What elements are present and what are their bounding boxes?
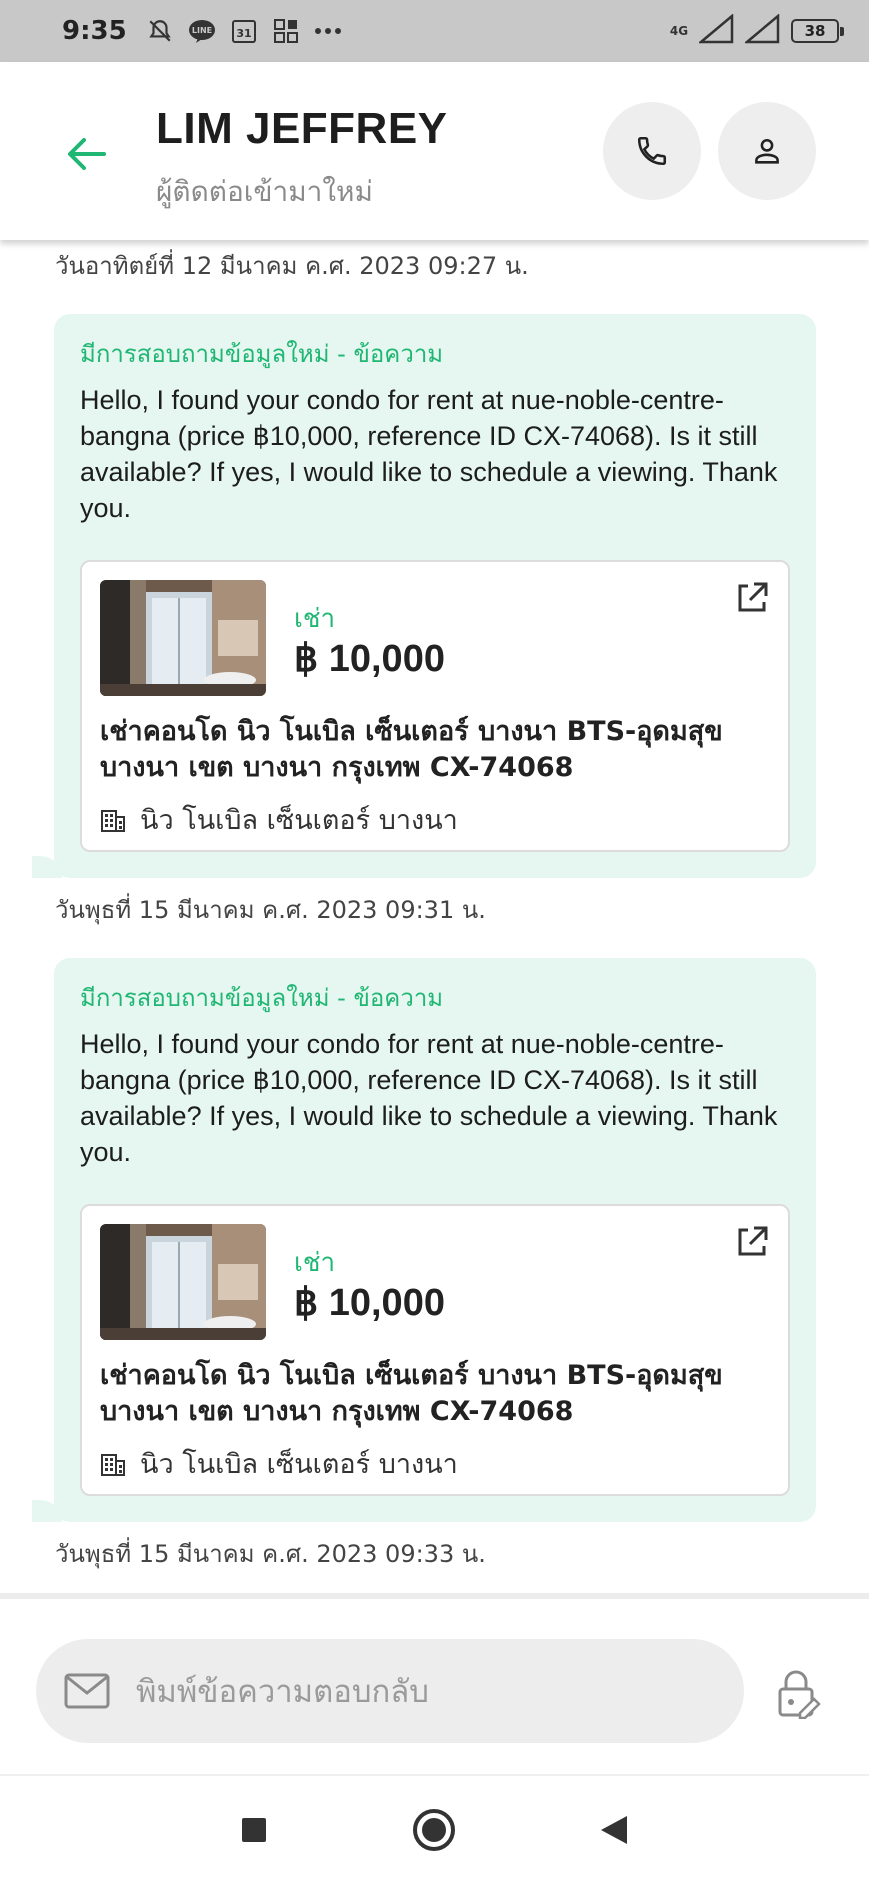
chat-thread[interactable]: วันอาทิตย์ที่ 12 มีนาคม ค.ศ. 2023 09:27 … <box>0 240 869 1593</box>
lock-edit-icon <box>778 1670 821 1720</box>
back-button[interactable] <box>62 130 110 178</box>
person-icon <box>755 138 779 164</box>
listing-title: เช่าคอนโด นิว โนเบิล เซ็นเตอร์ บางนา BTS… <box>100 1360 723 1427</box>
external-link-icon[interactable] <box>732 1222 772 1262</box>
message-heading: มีการสอบถามข้อมูลใหม่ - ข้อความ <box>80 340 444 368</box>
triangle-back-icon <box>601 1816 627 1844</box>
message-bubble: มีการสอบถามข้อมูลใหม่ - ข้อความ Hello, I… <box>32 314 816 878</box>
calendar-icon: 31 <box>229 16 259 46</box>
battery-level: 38 <box>804 22 826 40</box>
home-button[interactable] <box>410 1806 458 1854</box>
listing-price: ฿ 10,000 <box>294 1282 445 1324</box>
listing-card[interactable]: เช่า ฿ 10,000 เช่าคอนโด นิว โนเบิล เซ็นเ… <box>80 560 790 852</box>
system-nav-bar <box>0 1776 869 1883</box>
contact-status: ผู้ติดต่อเข้ามาใหม่ <box>156 175 373 208</box>
external-link-icon[interactable] <box>732 578 772 618</box>
recents-button[interactable] <box>230 1806 278 1854</box>
call-button[interactable] <box>603 102 701 200</box>
reply-placeholder: พิมพ์ข้อความตอบกลับ <box>136 1674 429 1710</box>
listing-title: เช่าคอนโด นิว โนเบิล เซ็นเตอร์ บางนา BTS… <box>100 716 723 783</box>
listing-price: ฿ 10,000 <box>294 638 445 680</box>
apps-grid-icon <box>271 16 301 46</box>
signal-icon-2 <box>743 13 781 48</box>
profile-button[interactable] <box>718 102 816 200</box>
lock-edit-button[interactable] <box>776 1669 822 1720</box>
reply-input[interactable]: พิมพ์ข้อความตอบกลับ <box>36 1639 744 1743</box>
listing-type: เช่า <box>294 1248 336 1278</box>
signal-icon <box>697 13 735 48</box>
battery-icon: 38 <box>791 19 844 43</box>
mail-icon <box>64 1673 110 1709</box>
listing-project-name: นิว โนเบิล เซ็นเตอร์ บางนา <box>140 1449 458 1480</box>
building-icon <box>101 809 125 832</box>
mute-bell-icon <box>145 16 175 46</box>
square-icon <box>242 1818 266 1842</box>
message-timestamp: วันอาทิตย์ที่ 12 มีนาคม ค.ศ. 2023 09:27 … <box>55 252 529 280</box>
back-nav-button[interactable] <box>590 1806 638 1854</box>
line-app-icon: LINE <box>187 16 217 46</box>
message-bubble: มีการสอบถามข้อมูลใหม่ - ข้อความ Hello, I… <box>32 958 816 1522</box>
message-heading: มีการสอบถามข้อมูลใหม่ - ข้อความ <box>80 984 444 1012</box>
contact-name: LIM JEFFREY <box>156 104 448 153</box>
listing-project: นิว โนเบิล เซ็นเตอร์ บางนา <box>100 1442 458 1485</box>
listing-thumbnail[interactable] <box>100 1224 266 1340</box>
conversation-header: LIM JEFFREY ผู้ติดต่อเข้ามาใหม่ <box>0 62 869 240</box>
message-timestamp: วันพุธที่ 15 มีนาคม ค.ศ. 2023 09:33 น. <box>55 1540 486 1568</box>
message-timestamp: วันพุธที่ 15 มีนาคม ค.ศ. 2023 09:31 น. <box>55 896 486 924</box>
svg-text:LINE: LINE <box>192 26 212 35</box>
status-time: 9:35 <box>62 16 127 46</box>
listing-thumbnail[interactable] <box>100 580 266 696</box>
reply-bar: พิมพ์ข้อความตอบกลับ <box>0 1593 869 1776</box>
listing-project-name: นิว โนเบิล เซ็นเตอร์ บางนา <box>140 805 458 836</box>
network-type: 4G <box>669 24 689 38</box>
arrow-left-icon <box>68 138 106 170</box>
phone-icon <box>637 136 667 166</box>
circle-home-icon <box>413 1809 455 1851</box>
svg-text:31: 31 <box>236 27 251 40</box>
listing-card[interactable]: เช่า ฿ 10,000 เช่าคอนโด นิว โนเบิล เซ็นเ… <box>80 1204 790 1496</box>
building-icon <box>101 1453 125 1476</box>
message-body: Hello, I found your condo for rent at nu… <box>80 1029 778 1167</box>
status-bar: 9:35 LINE 31 4G 38 <box>0 0 869 62</box>
status-notification-icons: LINE 31 <box>145 16 343 46</box>
message-body: Hello, I found your condo for rent at nu… <box>80 385 778 523</box>
more-dots-icon <box>313 16 343 46</box>
listing-project: นิว โนเบิล เซ็นเตอร์ บางนา <box>100 798 458 841</box>
listing-type: เช่า <box>294 604 336 634</box>
